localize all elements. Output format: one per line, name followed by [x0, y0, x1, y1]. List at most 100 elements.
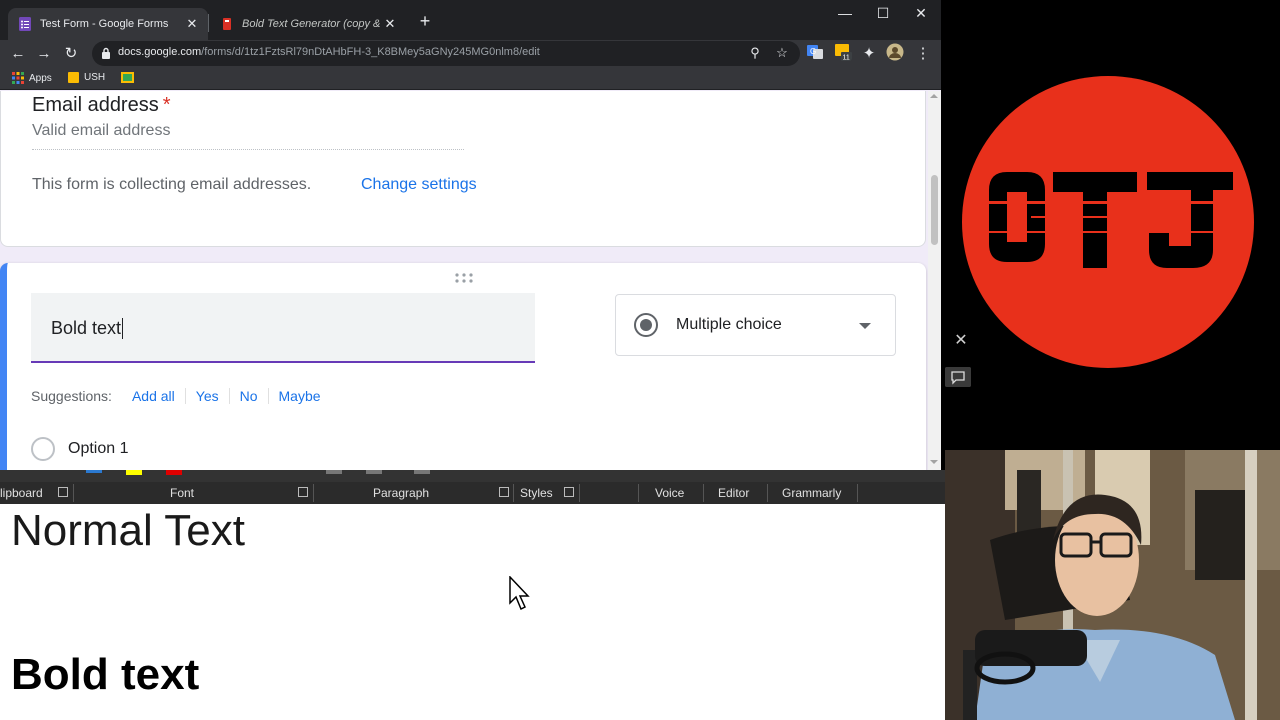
reload-icon[interactable]: ↻: [60, 43, 82, 65]
ribbon-divider: [638, 484, 639, 502]
url-text: docs.google.com/forms/d/1tz1FztsRl79nDtA…: [118, 46, 540, 58]
ribbon-divider: [703, 484, 704, 502]
presenter-webcam-image: [945, 450, 1280, 720]
ribbon-icons: [86, 470, 430, 475]
address-bar[interactable]: docs.google.com/forms/d/1tz1FztsRl79nDtA…: [92, 41, 800, 66]
font-launcher-icon[interactable]: [298, 487, 308, 497]
bookmarks-bar: Apps USH: [0, 68, 941, 90]
back-arrow-icon[interactable]: ←: [7, 43, 29, 65]
word-document[interactable]: Normal Text Bold text: [0, 504, 945, 720]
page-scrollbar[interactable]: [928, 91, 941, 470]
email-card: Email address * Valid email address This …: [0, 91, 926, 247]
tab-test-form[interactable]: Test Form - Google Forms ✕: [8, 8, 208, 40]
required-asterisk: *: [162, 94, 171, 116]
question-type-label: Multiple choice: [676, 316, 782, 333]
google-translate-icon[interactable]: G: [806, 43, 824, 61]
option-1-input[interactable]: Option 1: [68, 440, 128, 458]
ribbon-group-paragraph[interactable]: Paragraph: [373, 486, 429, 500]
tab-title: Bold Text Generator (copy & pas: [242, 18, 382, 30]
browser-window: Test Form - Google Forms ✕ Bold Text Gen…: [0, 0, 941, 470]
ribbon-group-grammarly[interactable]: Grammarly: [782, 486, 841, 500]
tab-close-icon[interactable]: ✕: [184, 16, 200, 32]
bold-text-generator-icon: [223, 18, 231, 30]
new-tab-button[interactable]: +: [416, 12, 434, 30]
svg-text:G: G: [810, 47, 816, 56]
normal-text-line[interactable]: Normal Text: [11, 506, 245, 556]
suggestion-maybe[interactable]: Maybe: [267, 388, 331, 404]
ribbon-group-font[interactable]: Font: [170, 486, 194, 500]
url-path: /forms/d/1tz1FztsRl79nDtAHbFH-3_K8BMey5a…: [201, 46, 540, 58]
suggestion-no[interactable]: No: [228, 388, 268, 404]
ribbon-divider: [513, 484, 514, 502]
side-panel-close-icon[interactable]: ✕: [952, 332, 970, 350]
minimize-button[interactable]: —: [835, 4, 855, 22]
ribbon-divider: [73, 484, 74, 502]
mouse-pointer-icon: [509, 576, 530, 611]
question-type-dropdown[interactable]: Multiple choice: [615, 294, 896, 356]
ribbon-group-editor[interactable]: Editor: [718, 486, 749, 500]
scroll-thumb[interactable]: [931, 175, 938, 245]
extension-badge-icon[interactable]: 11: [834, 43, 852, 61]
clipboard-launcher-icon[interactable]: [58, 487, 68, 497]
extensions-puzzle-icon[interactable]: ✦: [858, 43, 880, 65]
bookmark-image[interactable]: [121, 72, 134, 83]
ribbon-group-voice[interactable]: Voice: [655, 486, 684, 500]
tab-divider: [208, 14, 209, 32]
ribbon-divider: [313, 484, 314, 502]
bookmark-label: USH: [84, 72, 106, 83]
webcam-feed: [945, 450, 1280, 720]
browser-toolbar: ← → ↻ docs.google.com/forms/d/1tz1FztsRl…: [0, 40, 941, 68]
tab-close-icon[interactable]: ✕: [382, 16, 398, 32]
comment-icon[interactable]: [945, 367, 971, 387]
ribbon-group-styles[interactable]: Styles: [520, 486, 553, 500]
url-host: docs.google.com: [118, 46, 202, 58]
ribbon-icon-strip: [0, 470, 945, 482]
suggestions-row: Suggestions: Add all Yes No Maybe: [31, 388, 331, 404]
folder-icon: [68, 72, 79, 83]
ribbon-divider: [767, 484, 768, 502]
scroll-up-arrow-icon[interactable]: [930, 94, 938, 98]
bookmark-label: Apps: [29, 72, 52, 84]
zoom-icon[interactable]: ⚲: [747, 45, 763, 61]
drag-handle-icon[interactable]: [454, 272, 474, 284]
option-1-row: Option 1: [31, 437, 128, 461]
extension-badge-count: 11: [843, 55, 850, 62]
google-forms-icon: [19, 17, 31, 31]
tab-strip: Test Form - Google Forms ✕ Bold Text Gen…: [0, 0, 941, 40]
channel-logo-area: [941, 0, 1280, 450]
lock-icon: [102, 47, 110, 59]
apps-grid-icon: [12, 72, 24, 84]
styles-launcher-icon[interactable]: [564, 487, 574, 497]
bookmark-apps[interactable]: Apps: [12, 72, 52, 84]
bookmark-ush[interactable]: USH: [68, 72, 105, 83]
chrome-menu-icon[interactable]: ⋮: [912, 43, 934, 65]
email-title-text: Email address: [32, 94, 159, 116]
email-question-title: Email address *: [32, 94, 171, 117]
ribbon-divider: [579, 484, 580, 502]
forward-arrow-icon[interactable]: →: [33, 43, 55, 65]
otj-logo: [962, 76, 1254, 368]
paragraph-launcher-icon[interactable]: [499, 487, 509, 497]
question-title-input[interactable]: Bold text: [31, 293, 535, 363]
dropdown-caret-icon: [859, 323, 871, 329]
radio-button-icon: [634, 313, 658, 337]
profile-avatar[interactable]: [886, 43, 904, 61]
bold-text-line[interactable]: Bold text: [11, 650, 199, 700]
suggestions-label: Suggestions:: [31, 388, 112, 404]
question-title-text: Bold text: [51, 318, 124, 339]
question-card[interactable]: Bold text Multiple choice Suggestions: A…: [0, 263, 926, 470]
scroll-down-arrow-icon[interactable]: [930, 460, 938, 464]
change-settings-link[interactable]: Change settings: [361, 176, 477, 194]
tab-title: Test Form - Google Forms: [40, 18, 169, 30]
window-close-button[interactable]: ✕: [911, 4, 931, 22]
forms-page: Email address * Valid email address This …: [0, 91, 928, 470]
option-radio-icon: [31, 437, 55, 461]
maximize-button[interactable]: ☐: [873, 4, 893, 22]
bookmark-star-icon[interactable]: ☆: [774, 45, 790, 61]
suggestion-yes[interactable]: Yes: [184, 388, 229, 404]
ribbon-group-clipboard[interactable]: lipboard: [0, 486, 43, 500]
email-field[interactable]: Valid email address: [32, 120, 464, 150]
tab-bold-text-generator[interactable]: Bold Text Generator (copy & pas ✕: [210, 8, 406, 40]
ribbon-divider: [857, 484, 858, 502]
suggestion-add-all[interactable]: Add all: [132, 388, 185, 404]
